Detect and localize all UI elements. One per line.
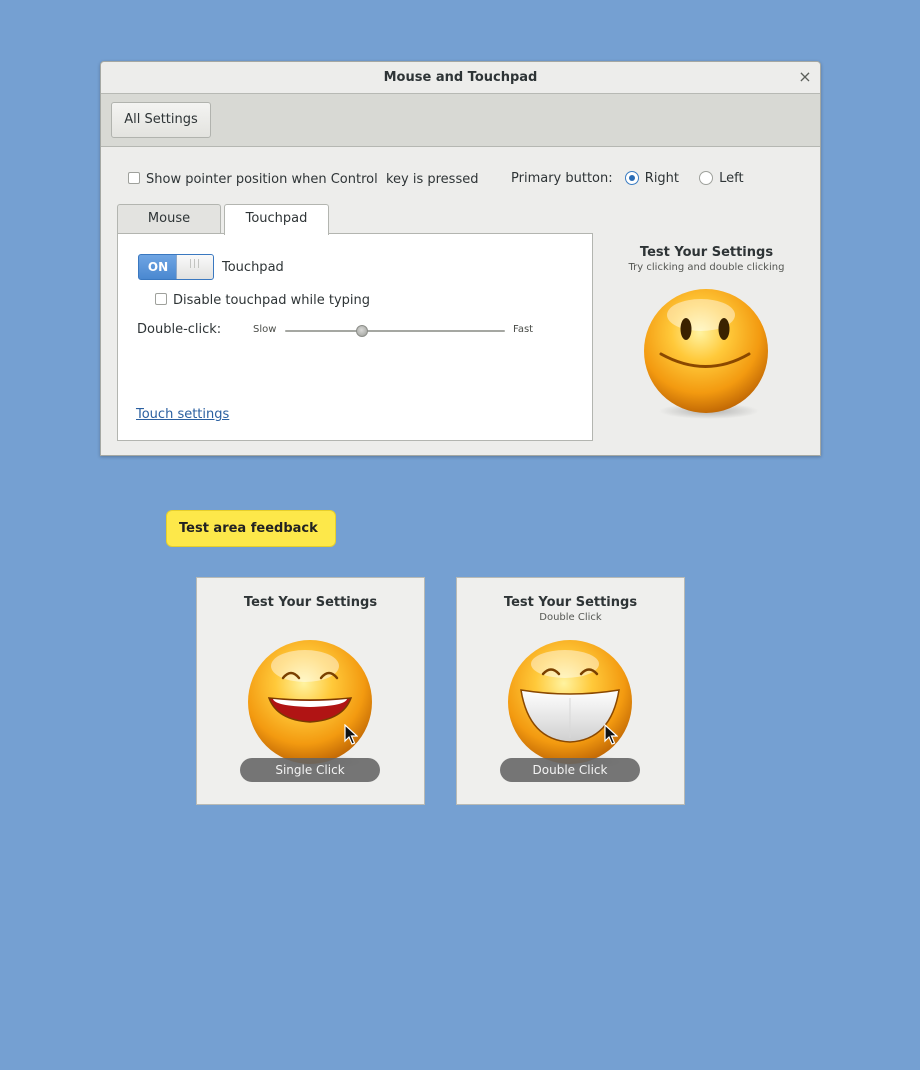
mouse-pointer-icon	[604, 724, 618, 745]
primary-right-label: Right	[644, 171, 680, 186]
tab-mouse[interactable]: Mouse	[117, 204, 221, 234]
double-click-card: Test Your Settings Double Click Double C…	[456, 577, 685, 805]
double-card-subtitle: Double Click	[539, 612, 602, 623]
double-card-title: Test Your Settings	[503, 595, 638, 610]
titlebar[interactable]: Mouse and Touchpad ×	[101, 62, 820, 94]
touchpad-switch[interactable]: ON	[138, 254, 214, 280]
switch-knob[interactable]	[176, 255, 213, 279]
double-click-badge: Double Click	[500, 758, 640, 782]
single-click-card: Test Your Settings Single Click	[196, 577, 425, 805]
primary-right-radio[interactable]	[624, 170, 639, 185]
show-pointer-checkbox[interactable]	[128, 171, 140, 184]
primary-left-radio[interactable]	[699, 170, 714, 185]
tab-touchpad[interactable]: Touchpad	[224, 204, 329, 235]
touchpad-label: Touchpad	[222, 260, 284, 275]
smiley-neutral-icon[interactable]	[641, 289, 771, 424]
disable-while-typing-option[interactable]: Disable touchpad while typing	[155, 292, 371, 308]
primary-left-label: Left	[719, 171, 744, 186]
show-pointer-label: Show pointer position when Control key i…	[146, 172, 479, 187]
mouse-pointer-icon	[344, 724, 358, 745]
double-click-slider-handle[interactable]	[356, 325, 368, 337]
test-subtitle: Try clicking and double clicking	[628, 262, 785, 273]
disable-while-typing-label: Disable touchpad while typing	[173, 293, 371, 308]
primary-left-option[interactable]: Left	[699, 170, 744, 186]
primary-button-label: Primary button:	[511, 171, 613, 186]
close-icon[interactable]: ×	[796, 68, 814, 86]
settings-window: Mouse and Touchpad × All Settings Show p…	[100, 61, 821, 456]
settings-content: Show pointer position when Control key i…	[101, 148, 820, 455]
touchpad-panel: ON Touchpad Disable touchpad while typin…	[117, 233, 593, 441]
double-click-slider[interactable]	[285, 330, 505, 332]
switch-state: ON	[147, 260, 169, 274]
primary-button-group: Primary button: Right Left	[511, 170, 760, 186]
disable-while-typing-checkbox[interactable]	[155, 292, 167, 305]
show-pointer-option[interactable]: Show pointer position when Control key i…	[128, 171, 479, 187]
test-settings-area[interactable]: Test Your Settings Try clicking and doub…	[609, 245, 804, 419]
test-area-feedback-label: Test area feedback	[166, 510, 336, 547]
test-title: Test Your Settings	[639, 245, 774, 260]
slow-label: Slow	[253, 324, 277, 335]
single-click-badge: Single Click	[240, 758, 380, 782]
window-title: Mouse and Touchpad	[383, 70, 538, 85]
primary-right-option[interactable]: Right	[624, 170, 680, 186]
fast-label: Fast	[513, 324, 534, 335]
smiley-grin-icon	[508, 640, 632, 770]
touch-settings-link[interactable]: Touch settings	[136, 407, 229, 422]
smiley-smile-icon	[248, 640, 372, 770]
single-card-title: Test Your Settings	[243, 595, 378, 610]
all-settings-button[interactable]: All Settings	[111, 102, 211, 138]
double-click-label: Double-click:	[137, 322, 222, 337]
toolbar: All Settings	[101, 94, 820, 147]
